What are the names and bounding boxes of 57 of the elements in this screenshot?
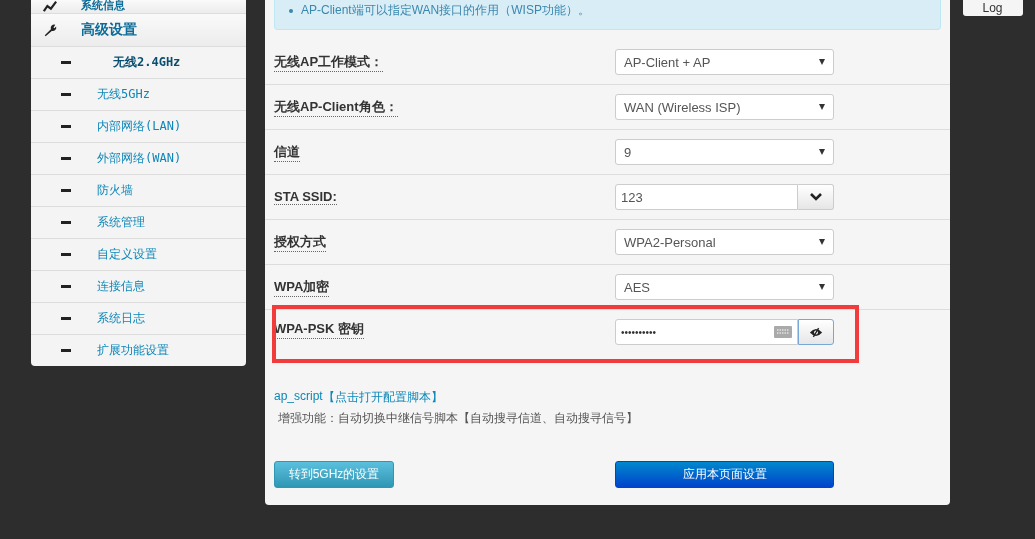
sidebar-item[interactable]: 扩展功能设置	[31, 335, 246, 366]
field-label: WPA加密	[274, 277, 330, 297]
bullet-icon	[289, 8, 293, 13]
sidebar-item[interactable]: 系统日志	[31, 303, 246, 335]
sidebar-item[interactable]: 无线5GHz	[31, 79, 246, 111]
dash-icon	[61, 125, 71, 128]
dash-icon	[61, 285, 71, 288]
ssid-field[interactable]: 123	[615, 184, 798, 210]
sidebar-section[interactable]: 高级设置	[31, 14, 246, 47]
script-name: ap_script	[274, 389, 323, 405]
field-label: WPA-PSK 密钥	[274, 320, 365, 339]
field-label: 信道	[274, 142, 300, 162]
dropdown[interactable]: WPA2-Personal	[615, 229, 834, 255]
dash-icon	[61, 189, 71, 192]
sidebar-section[interactable]: 系统信息	[31, 0, 246, 14]
password-field[interactable]: ••••••••••	[615, 319, 798, 345]
keyboard-icon	[774, 326, 792, 338]
field-label: 无线AP工作模式：	[274, 52, 384, 72]
wrench-icon	[43, 23, 57, 37]
dropdown[interactable]: 9	[615, 139, 834, 165]
dash-icon	[61, 157, 71, 160]
dropdown[interactable]: WAN (Wireless ISP)	[615, 94, 834, 120]
dropdown[interactable]: AES	[615, 274, 834, 300]
caret-icon	[819, 149, 825, 155]
eye-icon	[809, 326, 823, 338]
log-button[interactable]: Log	[962, 0, 1023, 16]
field-label: 无线AP-Client角色：	[274, 97, 398, 117]
sidebar-item[interactable]: 防火墙	[31, 175, 246, 207]
dash-icon	[61, 221, 71, 224]
field-label: STA SSID:	[274, 189, 337, 205]
dash-icon	[61, 253, 71, 256]
caret-icon	[819, 284, 825, 290]
info-text: AP-Client端可以指定WAN接口的作用（WISP功能）。	[301, 2, 590, 19]
sidebar-item[interactable]: 自定义设置	[31, 239, 246, 271]
sidebar-item[interactable]: 无线2.4GHz	[31, 47, 246, 79]
apply-button[interactable]: 应用本页面设置	[615, 461, 834, 488]
dash-icon	[61, 349, 71, 352]
chevron-icon	[809, 193, 822, 201]
sidebar-item[interactable]: 内部网络(LAN)	[31, 111, 246, 143]
dash-icon	[61, 317, 71, 320]
caret-icon	[819, 239, 825, 245]
dropdown-button[interactable]	[798, 184, 834, 210]
dropdown[interactable]: AP-Client + AP	[615, 49, 834, 75]
script-link[interactable]: 【点击打开配置脚本】	[322, 389, 443, 406]
section-label: 高级设置	[81, 21, 137, 39]
sidebar-item[interactable]: 系统管理	[31, 207, 246, 239]
show-password-button[interactable]	[798, 319, 834, 345]
chart-icon	[43, 0, 57, 13]
dash-icon	[61, 93, 71, 96]
sidebar-item[interactable]: 连接信息	[31, 271, 246, 303]
script-description: 增强功能：自动切换中继信号脚本【自动搜寻信道、自动搜寻信号】	[278, 410, 639, 427]
dash-icon	[61, 61, 71, 64]
caret-icon	[819, 59, 825, 65]
caret-icon	[819, 104, 825, 110]
field-label: 授权方式	[274, 232, 326, 252]
section-label: 系统信息	[81, 0, 125, 13]
sidebar-item[interactable]: 外部网络(WAN)	[31, 143, 246, 175]
